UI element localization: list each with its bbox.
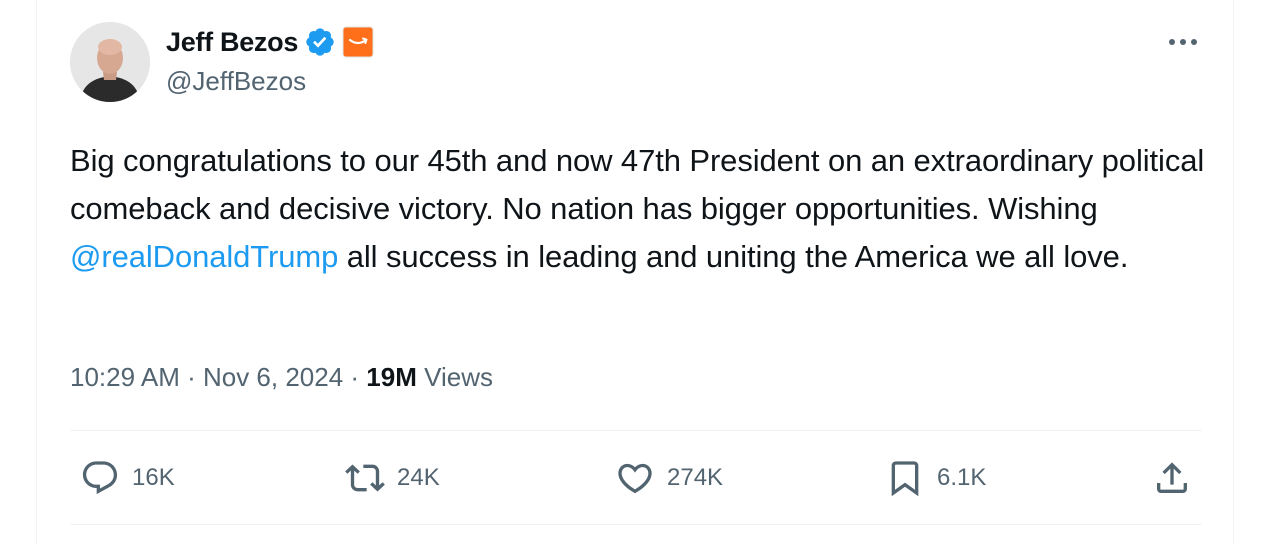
avatar[interactable]	[70, 22, 150, 102]
author-handle[interactable]: @JeffBezos	[166, 66, 306, 97]
views-count[interactable]: 19M	[366, 362, 417, 393]
meta-separator: ·	[179, 362, 203, 392]
verified-badge-icon[interactable]	[304, 26, 336, 58]
reply-count: 16K	[132, 464, 175, 491]
repost-button[interactable]: 24K	[345, 452, 440, 504]
tweet-date[interactable]: Nov 6, 2024	[203, 362, 343, 393]
like-count: 274K	[667, 464, 724, 491]
more-options-button[interactable]	[1163, 28, 1203, 56]
tweet-actions: 16K 24K 274K 6.1K	[70, 452, 1202, 504]
bookmark-icon	[891, 461, 919, 497]
heart-icon	[618, 463, 652, 494]
reply-icon	[82, 461, 118, 495]
reply-button[interactable]: 16K	[80, 452, 175, 504]
repost-icon	[345, 464, 385, 492]
like-button[interactable]: 274K	[615, 452, 723, 504]
tweet-meta: 10:29 AM · Nov 6, 2024 · 19M Views	[70, 362, 493, 393]
amazon-affiliate-icon[interactable]	[342, 26, 374, 58]
bookmark-count: 6.1K	[937, 464, 987, 491]
divider	[70, 524, 1202, 525]
tweet-text: Big congratulations to our 45th and now …	[70, 137, 1210, 281]
share-button[interactable]	[1152, 452, 1192, 504]
tweet-text-part: all success in leading and uniting the A…	[338, 239, 1129, 274]
bookmark-button[interactable]: 6.1K	[885, 452, 986, 504]
author-name[interactable]: Jeff Bezos	[166, 27, 298, 58]
tweet-text-part: Big congratulations to our 45th and now …	[70, 143, 1205, 226]
tweet-time[interactable]: 10:29 AM	[70, 362, 180, 393]
meta-separator: ·	[343, 362, 367, 392]
timeline-column: Jeff Bezos @JeffBezos Big congratulation…	[36, 0, 1234, 544]
mention-link[interactable]: @realDonaldTrump	[70, 239, 338, 274]
views-label[interactable]: Views	[417, 362, 493, 393]
author-name-row: Jeff Bezos	[166, 24, 374, 60]
divider	[70, 430, 1202, 431]
more-dots-icon	[1169, 39, 1197, 45]
share-icon	[1157, 462, 1187, 493]
tweet[interactable]: Jeff Bezos @JeffBezos Big congratulation…	[37, 0, 1233, 544]
repost-count: 24K	[397, 464, 440, 491]
